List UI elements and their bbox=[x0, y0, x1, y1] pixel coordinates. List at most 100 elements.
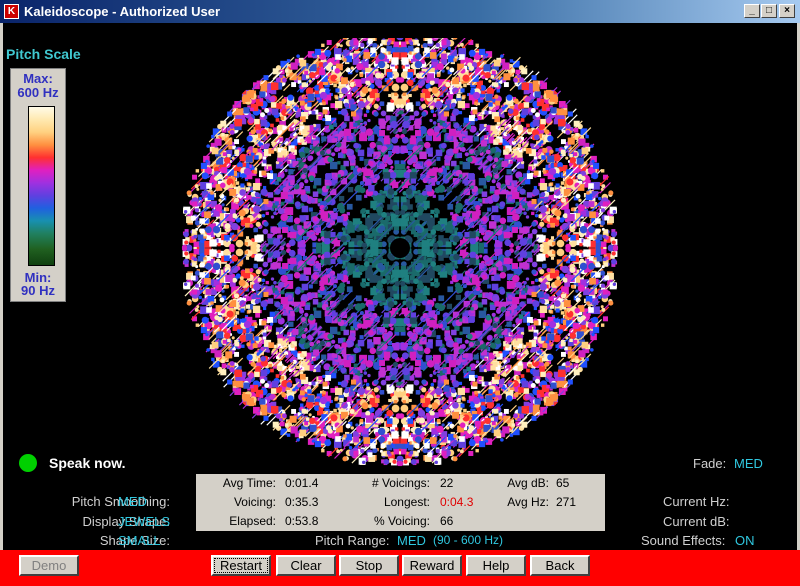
kaleidoscope-jewel bbox=[287, 395, 294, 402]
kaleidoscope-jewel bbox=[218, 294, 222, 298]
kaleidoscope-jewel bbox=[526, 192, 533, 198]
kaleidoscope-jewel bbox=[383, 459, 390, 465]
kaleidoscope-jewel bbox=[483, 185, 487, 189]
kaleidoscope-jewel bbox=[387, 150, 393, 156]
kaleidoscope-jewel bbox=[246, 342, 251, 347]
kaleidoscope-jewel bbox=[395, 413, 402, 419]
kaleidoscope-jewel bbox=[432, 194, 436, 198]
kaleidoscope-jewel bbox=[488, 259, 494, 265]
kaleidoscope-display bbox=[181, 38, 619, 467]
close-button[interactable]: × bbox=[779, 4, 795, 18]
kaleidoscope-jewel bbox=[557, 118, 566, 127]
kaleidoscope-jewel bbox=[459, 331, 463, 335]
kaleidoscope-jewel bbox=[487, 284, 492, 289]
kaleidoscope-jewel bbox=[295, 111, 301, 117]
kaleidoscope-jewel bbox=[315, 242, 322, 249]
kaleidoscope-jewel bbox=[255, 312, 261, 318]
kaleidoscope-jewel bbox=[481, 191, 488, 197]
pitch-max-label: Max: bbox=[23, 71, 53, 86]
kaleidoscope-jewel bbox=[453, 235, 460, 243]
kaleidoscope-jewel bbox=[434, 278, 439, 283]
kaleidoscope-jewel bbox=[504, 249, 512, 257]
kaleidoscope-jewel bbox=[348, 335, 353, 340]
kaleidoscope-jewel bbox=[261, 320, 267, 326]
kaleidoscope-jewel bbox=[488, 79, 492, 83]
kaleidoscope-jewel bbox=[308, 413, 312, 417]
kaleidoscope-jewel bbox=[472, 109, 478, 115]
kaleidoscope-jewel bbox=[517, 417, 521, 422]
kaleidoscope-jewel bbox=[284, 168, 288, 173]
kaleidoscope-jewel bbox=[291, 408, 297, 414]
kaleidoscope-jewel bbox=[445, 159, 449, 163]
kaleidoscope-app-icon[interactable]: K bbox=[4, 4, 19, 19]
kaleidoscope-jewel bbox=[280, 249, 287, 256]
kaleidoscope-jewel bbox=[308, 207, 313, 212]
pitch-color-scale bbox=[28, 106, 55, 266]
kaleidoscope-jewel bbox=[549, 149, 554, 154]
kaleidoscope-jewel bbox=[415, 101, 421, 106]
kaleidoscope-jewel bbox=[379, 390, 385, 395]
kaleidoscope-jewel bbox=[380, 379, 387, 386]
pitch-min-value: 90 Hz bbox=[21, 283, 55, 298]
kaleidoscope-jewel bbox=[450, 374, 456, 381]
kaleidoscope-jewel bbox=[552, 287, 556, 291]
kaleidoscope-jewel bbox=[425, 185, 432, 192]
kaleidoscope-jewel bbox=[449, 67, 455, 73]
kaleidoscope-jewel bbox=[296, 438, 300, 442]
kaleidoscope-jewel bbox=[280, 60, 288, 68]
kaleidoscope-jewel bbox=[527, 257, 533, 263]
maximize-button[interactable]: □ bbox=[761, 4, 777, 18]
kaleidoscope-jewel bbox=[346, 280, 350, 284]
kaleidoscope-jewel bbox=[478, 247, 485, 254]
kaleidoscope-jewel bbox=[343, 329, 349, 336]
kaleidoscope-jewel bbox=[450, 280, 454, 284]
kaleidoscope-jewel bbox=[231, 336, 235, 340]
kaleidoscope-jewel bbox=[335, 141, 342, 148]
kaleidoscope-jewel bbox=[525, 350, 529, 355]
kaleidoscope-jewel bbox=[401, 136, 409, 144]
kaleidoscope-jewel bbox=[373, 336, 381, 345]
kaleidoscope-jewel bbox=[462, 369, 467, 374]
kaleidoscope-jewel bbox=[385, 115, 391, 121]
kaleidoscope-jewel bbox=[379, 190, 384, 195]
kaleidoscope-jewel bbox=[263, 75, 269, 81]
kaleidoscope-jewel bbox=[291, 82, 297, 88]
kaleidoscope-jewel bbox=[262, 261, 269, 268]
kaleidoscope-jewel bbox=[547, 135, 554, 142]
kaleidoscope-jewel bbox=[320, 132, 325, 136]
kaleidoscope-jewel bbox=[361, 278, 366, 283]
kaleidoscope-jewel bbox=[308, 295, 313, 300]
kaleidoscope-jewel bbox=[234, 369, 243, 378]
kaleidoscope-jewel bbox=[513, 392, 519, 398]
kaleidoscope-jewel bbox=[271, 141, 275, 146]
kaleidoscope-jewel bbox=[452, 380, 460, 388]
kaleidoscope-jewel bbox=[255, 178, 261, 184]
kaleidoscope-jewel bbox=[391, 352, 399, 360]
kaleidoscope-jewel bbox=[454, 282, 461, 289]
kaleidoscope-jewel bbox=[466, 366, 472, 372]
kaleidoscope-jewel bbox=[500, 306, 507, 313]
kaleidoscope-jewel bbox=[333, 83, 337, 88]
kaleidoscope-jewel bbox=[293, 271, 301, 279]
kaleidoscope-jewel bbox=[472, 381, 478, 387]
kaleidoscope-jewel bbox=[506, 395, 513, 402]
kaleidoscope-jewel bbox=[393, 449, 399, 455]
kaleidoscope-jewel bbox=[401, 41, 407, 47]
minimize-button[interactable]: _ bbox=[744, 4, 760, 18]
kaleidoscope-jewel bbox=[346, 212, 350, 216]
kaleidoscope-jewel bbox=[413, 110, 420, 117]
kaleidoscope-jewel bbox=[451, 160, 457, 167]
kaleidoscope-jewel bbox=[412, 186, 416, 190]
kaleidoscope-jewel bbox=[595, 228, 601, 234]
kaleidoscope-jewel bbox=[423, 141, 431, 149]
kaleidoscope-jewel bbox=[500, 127, 504, 131]
kaleidoscope-jewel bbox=[468, 450, 474, 456]
kaleidoscope-jewel bbox=[299, 308, 305, 314]
kaleidoscope-jewel bbox=[340, 108, 348, 116]
kaleidoscope-jewel bbox=[186, 300, 192, 306]
kaleidoscope-jewel bbox=[538, 253, 546, 261]
kaleidoscope-jewel bbox=[600, 323, 605, 327]
kaleidoscope-jewel bbox=[387, 286, 393, 292]
kaleidoscope-jewel bbox=[408, 93, 412, 98]
kaleidoscope-jewel bbox=[544, 361, 550, 367]
